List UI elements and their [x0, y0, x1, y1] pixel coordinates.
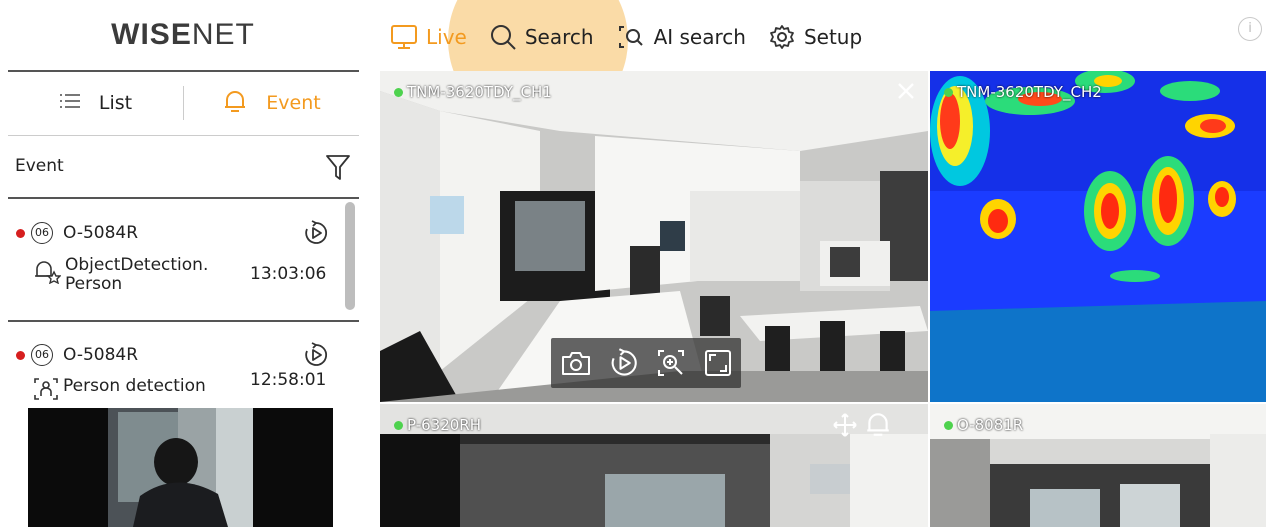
person-detection-icon — [33, 377, 59, 406]
camera-name: O-8081R — [957, 416, 1024, 434]
zoom-in-icon[interactable] — [656, 348, 686, 378]
bell-icon[interactable] — [864, 410, 892, 442]
camera-control-bar — [551, 338, 741, 388]
camera-label: P-6320RH — [394, 416, 481, 434]
camera-tile-4[interactable]: O-8081R — [930, 404, 1266, 527]
event-type: ObjectDetection. Person — [33, 256, 208, 294]
tab-list[interactable]: List — [8, 92, 183, 115]
camera-label: TNM-3620TDY_CH2 — [944, 83, 1102, 101]
divider — [8, 135, 359, 136]
nav-search[interactable]: Search — [489, 23, 594, 51]
fullscreen-icon[interactable] — [703, 348, 733, 378]
event-type-line2: Person — [65, 274, 123, 294]
event-type: Person detection — [33, 377, 206, 406]
bell-icon — [222, 88, 248, 119]
top-nav: Live Search AI search Setup — [390, 16, 862, 58]
nav-search-label: Search — [524, 25, 594, 49]
logo-text-bold: WISE — [111, 18, 192, 51]
event-type-line1: Person detection — [63, 376, 206, 396]
divider — [8, 197, 359, 199]
camera-name: TNM-3620TDY_CH2 — [957, 83, 1102, 101]
search-icon — [489, 23, 517, 51]
camera-tile-2[interactable]: TNM-3620TDY_CH2 — [930, 71, 1266, 402]
event-status-dot — [16, 228, 25, 238]
event-camera-name: O-5084R — [63, 223, 139, 243]
scrollbar-thumb[interactable] — [345, 202, 355, 310]
close-icon[interactable] — [896, 81, 916, 105]
channel-badge: 06 — [31, 344, 53, 366]
tab-event-label: Event — [266, 92, 321, 114]
event-thumbnail[interactable] — [28, 408, 333, 527]
info-icon[interactable]: i — [1238, 17, 1262, 41]
camera-feed-2 — [930, 71, 1266, 402]
event-status-dot — [16, 350, 25, 360]
live-status-dot — [394, 87, 403, 97]
event-time: 12:58:01 — [250, 370, 327, 390]
nav-ai-search[interactable]: AI search — [616, 23, 746, 51]
playback-icon[interactable] — [609, 348, 639, 378]
event-type-text: ObjectDetection. Person — [65, 256, 208, 294]
filter-icon[interactable] — [325, 153, 351, 185]
live-status-dot — [944, 87, 953, 97]
camera-label: TNM-3620TDY_CH1 — [394, 83, 552, 101]
nav-live[interactable]: Live — [390, 24, 467, 50]
tab-event[interactable]: Event — [184, 88, 359, 119]
nav-setup-label: Setup — [803, 25, 863, 49]
sidebar-tabs: List Event — [8, 72, 359, 134]
event-camera-name: O-5084R — [63, 345, 139, 365]
event-time: 13:03:06 — [250, 264, 327, 284]
event-section-title: Event — [15, 156, 64, 176]
live-status-dot — [394, 420, 403, 430]
wisenet-logo: WISENET — [0, 18, 366, 52]
camera-snapshot-icon[interactable] — [560, 349, 592, 377]
ai-search-icon — [616, 23, 646, 51]
camera-name: TNM-3620TDY_CH1 — [407, 83, 552, 101]
camera-label: O-8081R — [944, 416, 1023, 434]
event-header-row: 06 O-5084R — [16, 344, 138, 366]
camera-name: P-6320RH — [407, 416, 482, 434]
nav-setup[interactable]: Setup — [768, 23, 862, 51]
gear-icon — [768, 23, 796, 51]
event-header-row: 06 O-5084R — [16, 222, 138, 244]
live-status-dot — [944, 420, 953, 430]
monitor-icon — [390, 24, 418, 50]
playback-icon[interactable] — [303, 220, 329, 250]
move-icon[interactable] — [832, 412, 858, 442]
object-detection-icon — [33, 256, 62, 289]
event-sidebar: List Event Event 06 O-5084R ObjectDetect… — [8, 70, 359, 527]
camera-tile-3[interactable]: P-6320RH — [380, 404, 928, 527]
playback-icon[interactable] — [303, 342, 329, 372]
logo-text-thin: NET — [191, 18, 255, 51]
channel-badge: 06 — [31, 222, 53, 244]
nav-live-label: Live — [426, 25, 467, 49]
tab-list-label: List — [98, 92, 133, 114]
nav-ai-search-label: AI search — [653, 25, 746, 49]
list-icon — [59, 92, 81, 115]
divider — [8, 320, 359, 322]
event-type-line1: ObjectDetection. — [65, 255, 209, 275]
